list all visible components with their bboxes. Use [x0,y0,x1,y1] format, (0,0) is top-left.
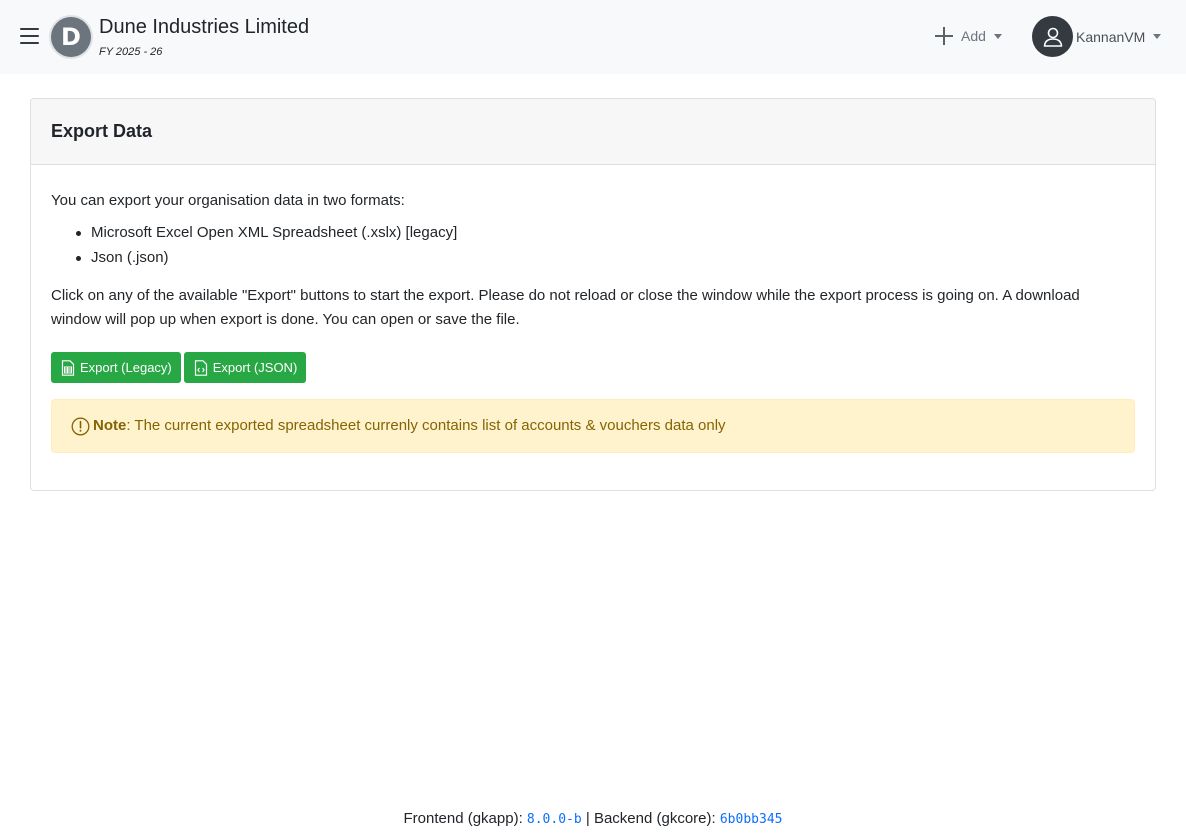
footer-separator: | [585,810,590,827]
format-item-xlsx: Microsoft Excel Open XML Spreadsheet (.x… [76,221,1135,245]
chevron-down-icon [1153,34,1162,39]
user-name: KannanVM [1076,28,1146,45]
format-item-json: Json (.json) [76,246,1135,270]
add-label: Add [961,28,986,44]
plus-icon [933,25,955,47]
note-label: Note [93,417,127,434]
instructions-text: Click on any of the available "Export" b… [51,287,1080,328]
export-button-row: Export (Legacy) Export (JSON) [51,352,1135,383]
note-alert: Note : The current exported spreadsheet … [51,399,1135,453]
export-legacy-button[interactable]: Export (Legacy) [51,352,181,383]
org-name: Dune Industries Limited [99,16,310,38]
exclamation-circle-icon [71,417,90,436]
export-json-label: Export (JSON) [212,360,298,375]
page-title: Export Data [51,121,153,141]
backend-label: Backend (gkcore): [593,810,716,827]
frontend-version: 8.0.0-b [526,812,582,827]
org-logo: D [51,17,91,57]
user-dropdown-button[interactable]: KannanVM [1032,16,1162,57]
export-json-button[interactable]: Export (JSON) [183,352,307,383]
chevron-down-icon [993,33,1002,39]
format-list: Microsoft Excel Open XML Spreadsheet (.x… [51,221,1135,270]
fiscal-year: FY 2025 - 26 [99,46,163,58]
hamburger-menu-icon[interactable] [20,28,39,44]
card-body: You can export your organisation data in… [31,165,1155,453]
note-text: : The current exported spreadsheet curre… [126,417,726,434]
code-file-icon [194,359,207,376]
top-navbar: D Dune Industries Limited FY 2025 - 26 A… [0,0,1186,74]
add-dropdown-button[interactable]: Add [933,24,1002,48]
version-footer: Frontend (gkapp): 8.0.0-b | Backend (gkc… [0,810,1186,827]
user-icon [1032,16,1073,57]
backend-version: 6b0bb345 [719,812,783,827]
org-initial: D [61,23,81,51]
export-legacy-label: Export (Legacy) [80,360,172,375]
card-header: Export Data [31,99,1155,165]
intro-text: You can export your organisation data in… [51,192,405,209]
export-data-card: Export Data You can export your organisa… [30,98,1156,491]
frontend-label: Frontend (gkapp): [403,810,523,827]
spreadsheet-file-icon [61,359,75,376]
